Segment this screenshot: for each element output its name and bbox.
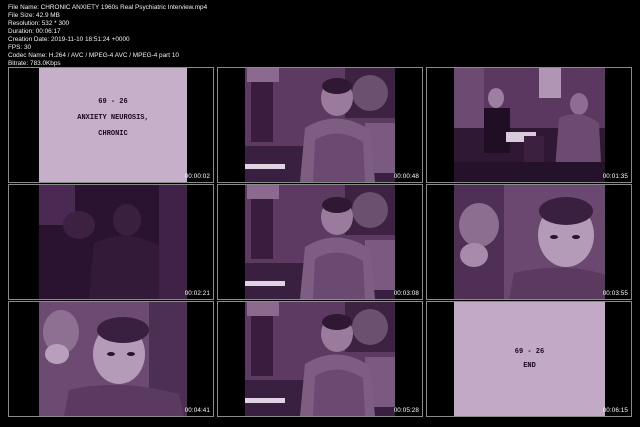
card-number-text: 69 - 26 xyxy=(98,98,128,106)
thumbnail-grid: 69 - 26 ANXIETY NEUROSIS, CHRONIC 00:00:… xyxy=(8,67,632,417)
thumbnail-cell[interactable]: 00:03:08 xyxy=(217,184,423,300)
creation-date-label: Creation Date: 2019-11-10 18:51:24 +0000 xyxy=(8,36,130,43)
thumbnail-timestamp: 00:05:28 xyxy=(393,407,419,414)
fps-label: FPS: 30 xyxy=(8,44,32,51)
video-frame xyxy=(454,185,605,299)
thumbnail-cell[interactable]: 69 - 26 ANXIETY NEUROSIS, CHRONIC 00:00:… xyxy=(8,67,214,183)
video-frame xyxy=(245,302,395,416)
thumbnail-timestamp: 00:01:35 xyxy=(602,173,628,180)
card-end-text: END xyxy=(523,362,536,370)
thumbnail-timestamp: 00:02:21 xyxy=(184,290,210,297)
video-frame: 69 - 26 ANXIETY NEUROSIS, CHRONIC xyxy=(39,68,187,182)
resolution-label: Resolution: 532 * 300 xyxy=(8,20,70,27)
video-frame: 69 - 26 END xyxy=(454,302,605,416)
thumbnail-cell[interactable]: 00:05:28 xyxy=(217,301,423,417)
card-number-text: 69 - 26 xyxy=(514,348,545,356)
thumbnail-timestamp: 00:03:55 xyxy=(602,290,628,297)
thumbnail-timestamp: 00:06:15 xyxy=(602,407,628,414)
thumbnail-cell[interactable]: 00:04:41 xyxy=(8,301,214,417)
codec-label: Codec Name: H.264 / AVC / MPEG-4 AVC / M… xyxy=(8,52,179,59)
duration-label: Duration: 00:06:17 xyxy=(8,28,61,35)
video-frame xyxy=(245,185,395,299)
card-subtitle-text: CHRONIC xyxy=(98,130,128,138)
thumbnail-cell[interactable]: 00:03:55 xyxy=(426,184,632,300)
video-frame xyxy=(245,68,395,182)
video-frame xyxy=(39,185,187,299)
file-name-label: File Name: CHRONIC ANXIETY 1960s Real Ps… xyxy=(8,4,208,11)
thumbnail-timestamp: 00:00:02 xyxy=(184,173,210,180)
thumbnail-cell[interactable]: 00:00:48 xyxy=(217,67,423,183)
thumbnail-cell[interactable]: 69 - 26 END 00:06:15 xyxy=(426,301,632,417)
card-title-text: ANXIETY NEUROSIS, xyxy=(77,114,149,122)
video-frame xyxy=(454,68,605,182)
thumbnail-timestamp: 00:04:41 xyxy=(184,407,210,414)
thumbnail-timestamp: 00:03:08 xyxy=(393,290,419,297)
file-size-label: File Size: 42.9 MB xyxy=(8,12,60,19)
thumbnail-timestamp: 00:00:48 xyxy=(393,173,419,180)
file-metadata-header: File Name: CHRONIC ANXIETY 1960s Real Ps… xyxy=(8,4,428,68)
thumbnail-cell[interactable]: 00:01:35 xyxy=(426,67,632,183)
video-frame xyxy=(39,302,187,416)
thumbnail-cell[interactable]: 00:02:21 xyxy=(8,184,214,300)
